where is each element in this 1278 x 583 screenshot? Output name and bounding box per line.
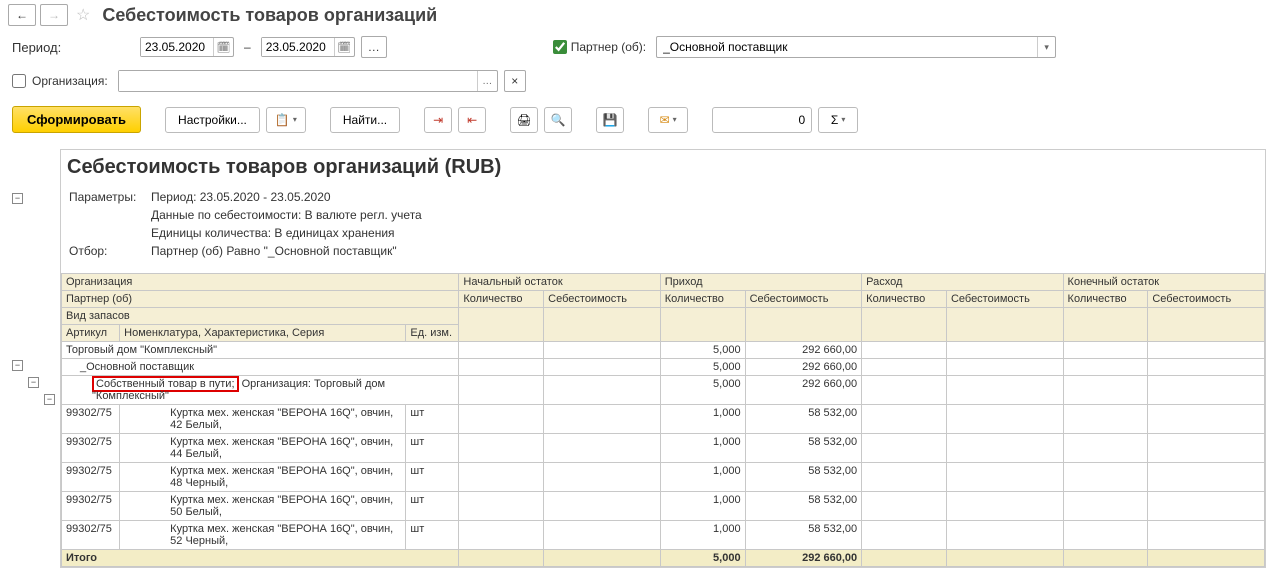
- print-button[interactable]: 🖨: [510, 107, 538, 133]
- col-income: Приход: [660, 274, 861, 291]
- top-nav: ← → ☆ Себестоимость товаров организаций: [0, 0, 1278, 30]
- partner-checkbox[interactable]: [553, 40, 567, 54]
- preview-button[interactable]: 🔍: [544, 107, 572, 133]
- calendar-icon[interactable]: 🗓: [213, 38, 233, 56]
- collapse-toggle[interactable]: −: [44, 394, 55, 405]
- report-title: Себестоимость товаров организаций (RUB): [67, 156, 1259, 179]
- back-button[interactable]: ←: [8, 4, 36, 26]
- period-label: Период:: [12, 40, 72, 55]
- table-row: 99302/75 Куртка мех. женская "ВЕРОНА 16Q…: [62, 492, 1265, 521]
- org-more-button[interactable]: …: [477, 71, 497, 91]
- variants-button[interactable]: 📋▾: [266, 107, 306, 133]
- col-start: Начальный остаток: [459, 274, 660, 291]
- partner-input[interactable]: [657, 38, 1037, 56]
- table-row: Собственный товар в пути; Организация: Т…: [62, 376, 1265, 405]
- email-button[interactable]: ✉▾: [648, 107, 688, 133]
- col-ed: Ед. изм.: [406, 325, 459, 342]
- calendar-icon[interactable]: 🗓: [334, 38, 354, 56]
- col-partner: Партнер (об): [62, 291, 459, 308]
- partner-cb-label: Партнер (об):: [571, 40, 646, 54]
- collapse-toggle[interactable]: −: [12, 360, 23, 371]
- page-title: Себестоимость товаров организаций: [102, 5, 437, 26]
- col-org: Организация: [62, 274, 459, 291]
- forward-button[interactable]: →: [40, 4, 68, 26]
- period-more-button[interactable]: …: [361, 36, 387, 58]
- table-row: Торговый дом "Комплексный" 5,000 292 660…: [62, 342, 1265, 359]
- generate-button[interactable]: Сформировать: [12, 106, 141, 133]
- org-checkbox[interactable]: [12, 74, 26, 88]
- combo-dropdown-icon[interactable]: ▾: [1037, 37, 1055, 57]
- org-filter-row: Организация: … ×: [0, 64, 1278, 98]
- org-input[interactable]: [119, 71, 477, 91]
- col-stock: Вид запасов: [62, 308, 459, 325]
- col-nom: Номенклатура, Характеристика, Серия: [120, 325, 406, 342]
- org-label: Организация:: [32, 74, 108, 88]
- sigma-button[interactable]: Σ▾: [818, 107, 858, 133]
- settings-button[interactable]: Настройки...: [165, 107, 260, 133]
- col-art: Артикул: [62, 325, 120, 342]
- sum-input[interactable]: [712, 107, 812, 133]
- collapse-toggle[interactable]: −: [12, 193, 23, 204]
- save-button[interactable]: 💾: [596, 107, 624, 133]
- report-area: − − − − Себестоимость товаров организаци…: [0, 141, 1278, 568]
- report-body: Себестоимость товаров организаций (RUB) …: [60, 149, 1266, 568]
- date-from-box[interactable]: 🗓: [140, 37, 234, 57]
- expand-button[interactable]: ⇥: [424, 107, 452, 133]
- favorite-icon[interactable]: ☆: [76, 5, 90, 25]
- org-clear-button[interactable]: ×: [504, 70, 526, 92]
- report-table: Организация Начальный остаток Приход Рас…: [61, 273, 1265, 567]
- total-row: Итого 5,000 292 660,00: [62, 550, 1265, 567]
- table-row: _Основной поставщик 5,000 292 660,00: [62, 359, 1265, 376]
- toolbar: Сформировать Настройки... 📋▾ Найти... ⇥ …: [0, 98, 1278, 141]
- date-to-box[interactable]: 🗓: [261, 37, 355, 57]
- tree-gutter: − − − −: [4, 149, 60, 568]
- collapse-button[interactable]: ⇤: [458, 107, 486, 133]
- collapse-toggle[interactable]: −: [28, 377, 39, 388]
- table-row: 99302/75 Куртка мех. женская "ВЕРОНА 16Q…: [62, 521, 1265, 550]
- org-combo[interactable]: …: [118, 70, 498, 92]
- table-row: 99302/75 Куртка мех. женская "ВЕРОНА 16Q…: [62, 405, 1265, 434]
- date-from-input[interactable]: [141, 38, 213, 56]
- period-filter-row: Период: 🗓 – 🗓 … Партнер (об): ▾: [0, 30, 1278, 64]
- date-to-input[interactable]: [262, 38, 334, 56]
- col-end: Конечный остаток: [1063, 274, 1264, 291]
- partner-combo[interactable]: ▾: [656, 36, 1056, 58]
- report-params: Параметры: Период: 23.05.2020 - 23.05.20…: [67, 187, 430, 261]
- table-row: 99302/75 Куртка мех. женская "ВЕРОНА 16Q…: [62, 463, 1265, 492]
- col-expense: Расход: [862, 274, 1063, 291]
- find-button[interactable]: Найти...: [330, 107, 400, 133]
- table-row: 99302/75 Куртка мех. женская "ВЕРОНА 16Q…: [62, 434, 1265, 463]
